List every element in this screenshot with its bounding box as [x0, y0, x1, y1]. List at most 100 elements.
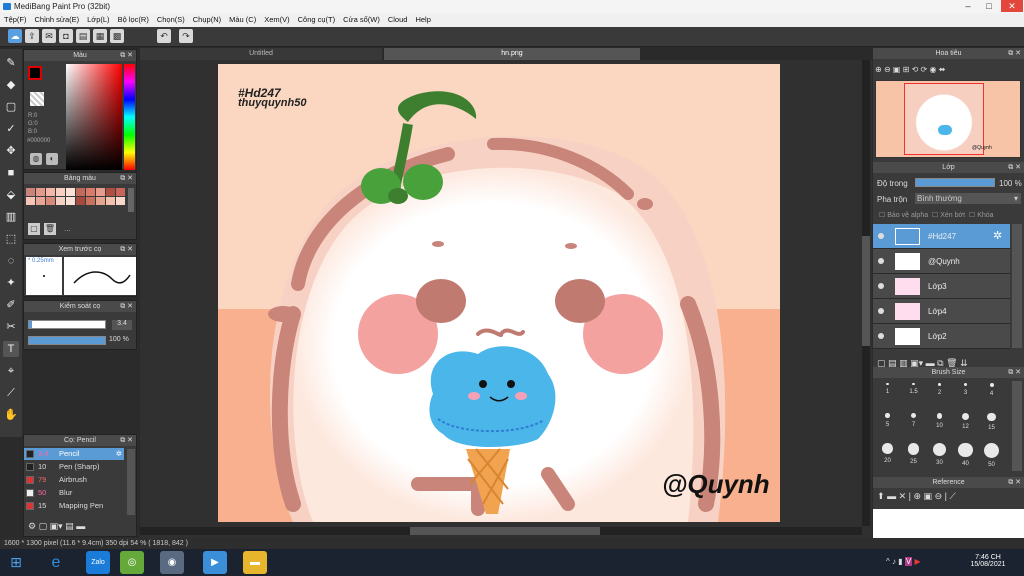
palette-swatch[interactable] — [116, 197, 125, 205]
menu-cloud[interactable]: Cloud — [384, 13, 412, 27]
saturation-value-picker[interactable] — [66, 64, 122, 170]
chrome-icon[interactable]: ◉ — [160, 551, 184, 574]
canvas-hscroll[interactable] — [140, 527, 862, 535]
clipping-checkbox[interactable]: ☐ Xén bớt — [932, 212, 965, 219]
brush-list-scrollbar[interactable] — [127, 449, 135, 515]
eye-icon[interactable] — [878, 233, 884, 239]
palette-swatch[interactable] — [86, 188, 95, 196]
zoom-out-icon[interactable]: ⊖ — [884, 65, 891, 74]
brush-size-grid[interactable]: 1 1.5 2 3 4 5 7 10 12 15 20 25 30 40 50 — [875, 381, 1005, 471]
comment-icon[interactable]: ◘ — [59, 29, 73, 43]
folder-icon[interactable]: ▬ — [243, 551, 267, 574]
lasso-tool-icon[interactable]: ◌ — [3, 253, 19, 269]
reference-close-icon[interactable]: ✕ — [899, 491, 907, 501]
panel-options-icon[interactable]: ⧉ ✕ — [1008, 162, 1021, 173]
layer-item[interactable]: @Quynh — [873, 249, 1010, 274]
reference-fit-icon[interactable]: ▣ — [924, 491, 933, 501]
palette-swatch[interactable] — [26, 197, 35, 205]
clock[interactable]: 7:46 CH 15/08/2021 — [968, 554, 1008, 568]
layer-scrollbar[interactable] — [1012, 224, 1022, 348]
palette-swatch[interactable] — [26, 188, 35, 196]
brush-size-cell[interactable]: 40 — [953, 441, 978, 467]
brush-copy-icon[interactable]: ▤ — [65, 521, 74, 531]
layer-item[interactable]: #Hd247 ✲ — [873, 224, 1010, 249]
palette-scrollbar[interactable] — [128, 188, 134, 212]
brush-size-cell[interactable]: 30 — [927, 441, 952, 466]
palette-swatch[interactable] — [106, 197, 115, 205]
blend-mode-select[interactable]: Bình thường ▾ — [915, 193, 1021, 204]
menu-file[interactable]: Tệp(F) — [0, 13, 31, 27]
panel-options-icon[interactable]: ⧉ ✕ — [1008, 48, 1021, 59]
brush-dropdown-icon[interactable]: ▣▾ — [50, 521, 63, 531]
brush-item-pencil[interactable]: 3.4 Pencil ✲ — [24, 448, 124, 460]
menu-filter[interactable]: Bộ lọc(R) — [114, 13, 153, 27]
brush-size-cell[interactable]: 4 — [979, 381, 1004, 400]
panel-options-icon[interactable]: ⧉ ✕ — [120, 173, 133, 184]
brush-size-input[interactable]: 3.4 — [112, 320, 132, 330]
canvas-vscroll[interactable] — [862, 60, 870, 526]
layer-opacity-slider[interactable] — [915, 178, 995, 187]
brush-size-cell[interactable]: 25 — [901, 441, 926, 465]
minimize-button[interactable]: – — [958, 0, 978, 12]
actual-size-icon[interactable]: ⊞ — [903, 65, 910, 74]
close-button[interactable]: ✕ — [1001, 0, 1023, 12]
delete-palette-icon[interactable]: 🗑 — [44, 223, 56, 235]
reference-zoom-out-icon[interactable]: ⊖ — [935, 491, 943, 501]
brush-size-cell[interactable]: 10 — [927, 411, 952, 430]
menu-edit[interactable]: Chỉnh sửa(E) — [31, 13, 84, 27]
color-mixer-icon[interactable]: ◐ — [46, 153, 58, 165]
layer-item[interactable]: Lớp2 — [873, 324, 1010, 349]
new-palette-icon[interactable]: ▢ — [28, 223, 40, 235]
panel-options-icon[interactable]: ⧉ ✕ — [120, 244, 133, 255]
reset-icon[interactable]: ◉ — [929, 65, 936, 74]
brush-size-cell[interactable]: 1 — [875, 381, 900, 400]
brush-size-cell[interactable]: 15 — [979, 411, 1004, 431]
eye-icon[interactable] — [878, 258, 884, 264]
menu-select[interactable]: Chọn(S) — [153, 13, 189, 27]
palette-swatch[interactable] — [36, 197, 45, 205]
magic-wand-icon[interactable]: ✦ — [3, 275, 19, 291]
panel-options-icon[interactable]: ⧉ ✕ — [120, 301, 133, 312]
palette-swatch[interactable] — [76, 188, 85, 196]
select-eraser-icon[interactable]: ✂ — [3, 319, 19, 335]
maximize-button[interactable]: □ — [979, 0, 999, 12]
start-icon[interactable]: ⊞ — [4, 551, 28, 574]
brush-item-pen-sharp[interactable]: 10 Pen (Sharp) — [24, 461, 124, 473]
zoom-in-icon[interactable]: ⊕ — [875, 65, 882, 74]
palette-swatch[interactable] — [106, 188, 115, 196]
fit-icon[interactable]: ▣ — [893, 65, 901, 74]
eye-icon[interactable] — [878, 333, 884, 339]
palette-swatch[interactable] — [76, 197, 85, 205]
hue-slider[interactable] — [124, 64, 135, 170]
palette-swatch[interactable] — [36, 188, 45, 196]
menu-window[interactable]: Cửa sổ(W) — [339, 13, 384, 27]
zoom-icon[interactable]: ▶ — [203, 551, 227, 574]
menu-view[interactable]: Xem(V) — [260, 13, 293, 27]
brush-size-cell[interactable]: 3 — [953, 381, 978, 400]
eyedropper-icon[interactable]: ⟋ — [3, 385, 19, 401]
menu-color[interactable]: Màu (C) — [225, 13, 260, 27]
notification-icon[interactable]: ▶ — [914, 557, 920, 566]
color-wheel-icon[interactable]: ◍ — [30, 153, 42, 165]
viber-icon[interactable]: V — [904, 557, 913, 566]
flip-icon[interactable]: ⬌ — [939, 65, 946, 74]
brush-size-slider[interactable] — [28, 320, 106, 329]
undo-icon[interactable]: ↶ — [157, 29, 171, 43]
brush-size-cell[interactable]: 5 — [875, 411, 900, 430]
volume-icon[interactable]: ♪ — [892, 557, 896, 566]
grid-icon[interactable]: ▩ — [110, 29, 124, 43]
protect-alpha-checkbox[interactable]: ☐ Bảo vệ alpha — [879, 212, 928, 219]
brush-size-scrollbar[interactable] — [1012, 381, 1022, 471]
chevron-up-icon[interactable]: ^ — [886, 557, 890, 566]
brush-folder-icon[interactable]: ▬ — [76, 521, 85, 531]
rectangle-tool-icon[interactable]: ▢ — [3, 99, 19, 115]
menu-help[interactable]: Help — [411, 13, 434, 27]
palette-swatch[interactable] — [66, 188, 75, 196]
add-brush-icon[interactable]: ⚙ — [28, 521, 36, 531]
panel-options-icon[interactable]: ⧉ ✕ — [1008, 477, 1021, 488]
reference-open-icon[interactable]: ⬆ — [877, 491, 885, 501]
reference-eyedropper-icon[interactable]: ⟋ — [949, 491, 955, 501]
select-pen-icon[interactable]: ✐ — [3, 297, 19, 313]
gradient-tool-icon[interactable]: ▥ — [3, 209, 19, 225]
layer-item[interactable]: Lớp3 — [873, 274, 1010, 299]
